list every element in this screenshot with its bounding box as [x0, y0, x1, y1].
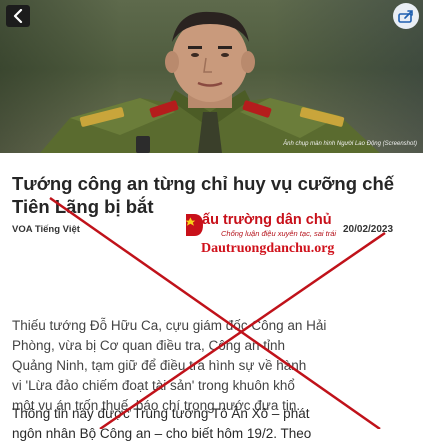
paragraph-line: Quảng Ninh, tạm giữ để điều tra hình sự …	[12, 358, 307, 373]
image-caption: Ảnh chụp màn hình Người Lao Động (Screen…	[283, 141, 417, 147]
headline-line-1: Tướng công an từng chỉ huy vụ cưỡng chế	[12, 173, 395, 194]
article-source[interactable]: VOA Tiếng Việt	[12, 224, 80, 235]
share-icon	[398, 10, 413, 23]
paragraph-line: Thông tin này được Trung tướng Tô Ân Xô …	[12, 406, 310, 421]
back-button[interactable]	[6, 5, 30, 27]
watermark-url: Dautruongdanchu.org	[201, 241, 335, 256]
share-button[interactable]	[393, 3, 419, 29]
paragraph-line: Thiếu tướng Đỗ Hữu Ca, cựu giám đốc Công…	[12, 318, 327, 333]
article-hero-image: Ảnh chụp màn hình Người Lao Động (Screen…	[0, 0, 423, 153]
headline-line-2: Tiên Lãng bị bắt	[12, 196, 154, 217]
article-paragraph-1: Thiếu tướng Đỗ Hữu Ca, cựu giám đốc Công…	[12, 316, 420, 416]
officer-portrait	[40, 11, 380, 153]
watermark-title: ấu trường dân chủ	[202, 212, 332, 228]
paragraph-line: vi 'Lừa đảo chiếm đoạt tài sản' trong kh…	[12, 378, 295, 393]
watermark-subtitle: Chống luận điệu xuyên tạc, sai trái	[221, 229, 337, 238]
article-paragraph-2: Thông tin này được Trung tướng Tô Ân Xô …	[12, 404, 420, 444]
chevron-left-icon	[13, 9, 23, 23]
paragraph-line: Phòng, vừa bị Cơ quan điều tra, Công an …	[12, 338, 286, 353]
paragraph-line: ngôn nhân Bộ Công an – cho biết hôm 19/2…	[12, 426, 312, 441]
